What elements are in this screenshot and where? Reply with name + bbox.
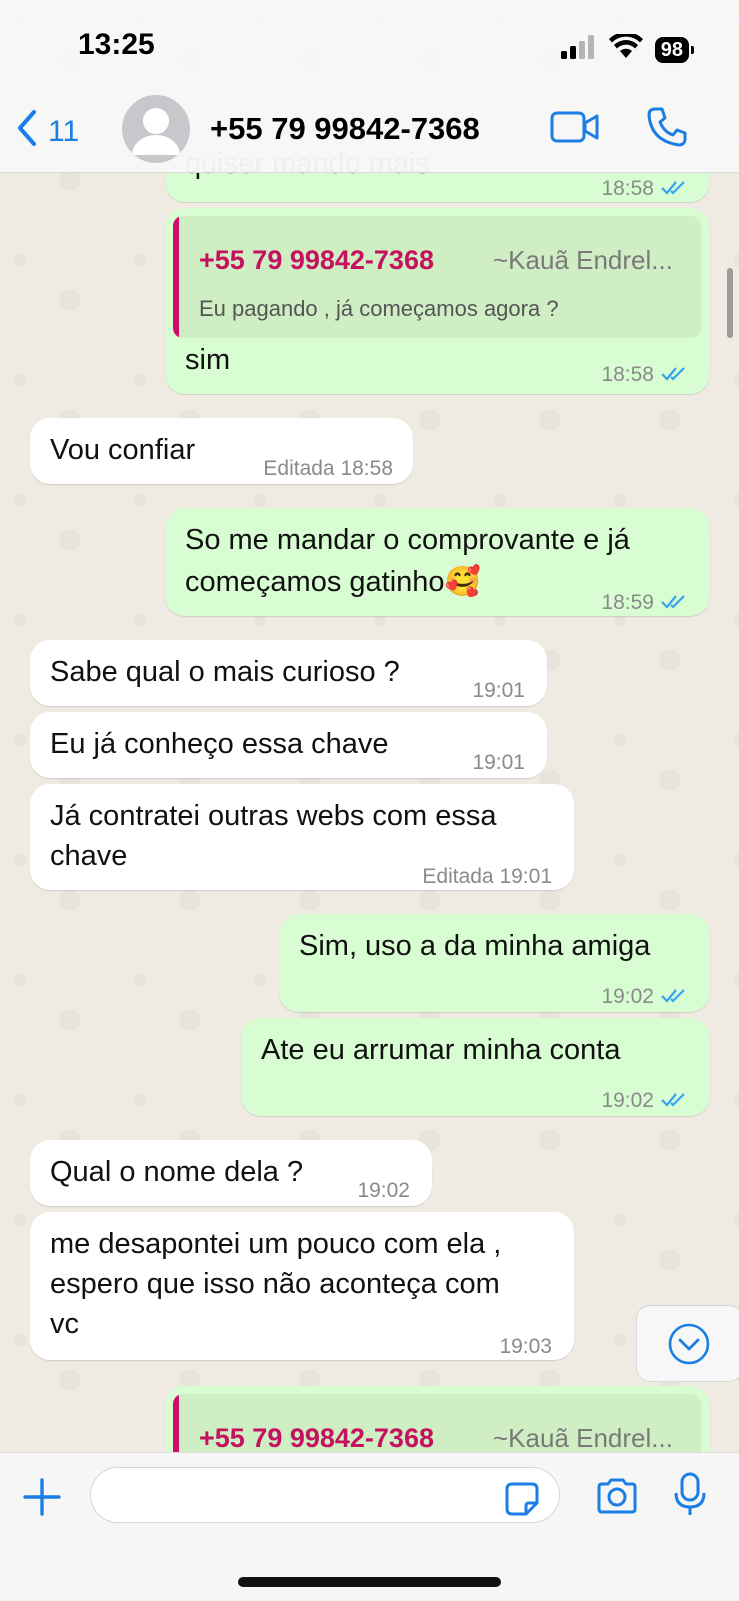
plus-icon[interactable] [22,1477,62,1522]
message-meta: Editada 19:01 [422,856,552,897]
message-incoming[interactable]: Qual o nome dela ? 19:02 [30,1140,432,1206]
message-incoming[interactable]: Vou confiar Editada 18:58 [30,418,413,484]
message-meta: 19:01 [472,742,525,783]
read-ticks-icon [660,582,688,623]
message-meta: 18:59 [601,582,688,623]
sticker-icon[interactable] [504,1481,540,1522]
back-button[interactable]: 11 [14,108,79,156]
message-time: 19:01 [472,751,525,774]
message-time: 18:58 [601,363,654,386]
message-meta: 19:02 [357,1170,410,1211]
message-text-line: me desapontei um pouco com ela , [50,1228,502,1260]
message-input[interactable] [90,1467,560,1523]
message-text: Vou confiar [50,434,196,466]
message-text: Sabe qual o mais curioso ? [50,656,400,688]
message-text-line: So me mandar o comprovante e já [185,524,630,556]
message-incoming[interactable]: Sabe qual o mais curioso ? 19:01 [30,640,547,706]
message-text: Qual o nome dela ? [50,1156,304,1188]
message-text: sim [185,344,231,376]
message-text: Ate eu arrumar minha conta [261,1034,621,1066]
quote-accent-bar [173,216,179,338]
message-outgoing[interactable]: Ate eu arrumar minha conta 19:02 [241,1018,710,1116]
chevron-left-icon [14,108,40,156]
message-time: Editada 18:58 [263,457,393,480]
message-time: 19:01 [472,679,525,702]
wifi-icon [608,31,643,65]
message-time: 19:02 [601,985,654,1008]
avatar[interactable] [122,95,190,163]
battery-indicator: 98 [654,36,695,63]
message-outgoing[interactable]: Sim, uso a da minha amiga 19:02 [279,914,710,1012]
status-icons: 98 [560,31,695,65]
chevron-down-icon [667,1322,711,1371]
signal-icon [560,35,597,64]
scroll-to-bottom-button[interactable] [636,1305,739,1382]
read-ticks-icon [660,168,688,209]
message-meta: 19:03 [499,1326,552,1367]
message-time: 19:03 [499,1335,552,1358]
message-incoming[interactable]: Eu já conheço essa chave 19:01 [30,712,547,778]
message-meta: 18:58 [601,354,688,395]
message-incoming[interactable]: me desapontei um pouco com ela , espero … [30,1212,574,1360]
message-time: 18:58 [601,177,654,200]
microphone-icon[interactable] [672,1471,708,1524]
message-meta: Editada 18:58 [263,448,393,489]
camera-icon[interactable] [595,1477,639,1520]
message-meta: 18:58 [601,168,688,209]
message-outgoing[interactable]: +55 79 99842-7368 ~Kauã Endrel... Eu pag… [165,208,710,394]
message-text: Eu já conheço essa chave [50,728,389,760]
quote-text: Eu pagando , já começamos agora ? [199,296,559,321]
message-incoming[interactable]: Já contratei outras webs com essa chave … [30,784,574,890]
message-meta: 19:01 [472,670,525,711]
unread-count: 11 [48,115,80,148]
message-outgoing[interactable]: So me mandar o comprovante e já começamo… [165,508,710,616]
read-ticks-icon [660,354,688,395]
message-time: 18:59 [601,591,654,614]
status-time: 13:25 [78,28,155,61]
message-text-line: vc [50,1308,79,1340]
message-text-line: espero que isso não aconteça com [50,1268,500,1300]
phone-call-icon[interactable] [646,106,688,153]
quoted-message[interactable]: +55 79 99842-7368 ~Kauã Endrel... Eu pag… [173,216,701,338]
message-meta: 19:02 [601,976,688,1017]
message-time: 19:02 [601,1089,654,1112]
contact-name[interactable]: +55 79 99842-7368 [210,111,480,147]
read-ticks-icon [660,1080,688,1121]
video-call-icon[interactable] [550,110,600,149]
scroll-indicator[interactable] [727,268,733,338]
quote-sender: ~Kauã Endrel... [493,245,673,275]
message-text: Sim, uso a da minha amiga [299,930,651,962]
read-ticks-icon [660,976,688,1017]
message-meta: 19:02 [601,1080,688,1121]
message-composer [0,1452,739,1601]
quote-author: +55 79 99842-7368 [199,245,434,275]
message-text-line: chave [50,840,128,872]
chat-header: 13:25 98 11 +55 79 99842-7368 [0,0,739,173]
home-indicator [238,1577,501,1587]
message-time: 19:02 [357,1179,410,1202]
message-text-line: começamos gatinho🥰 [185,566,481,598]
message-text-line: Já contratei outras webs com essa [50,800,497,832]
message-time: Editada 19:01 [422,865,552,888]
